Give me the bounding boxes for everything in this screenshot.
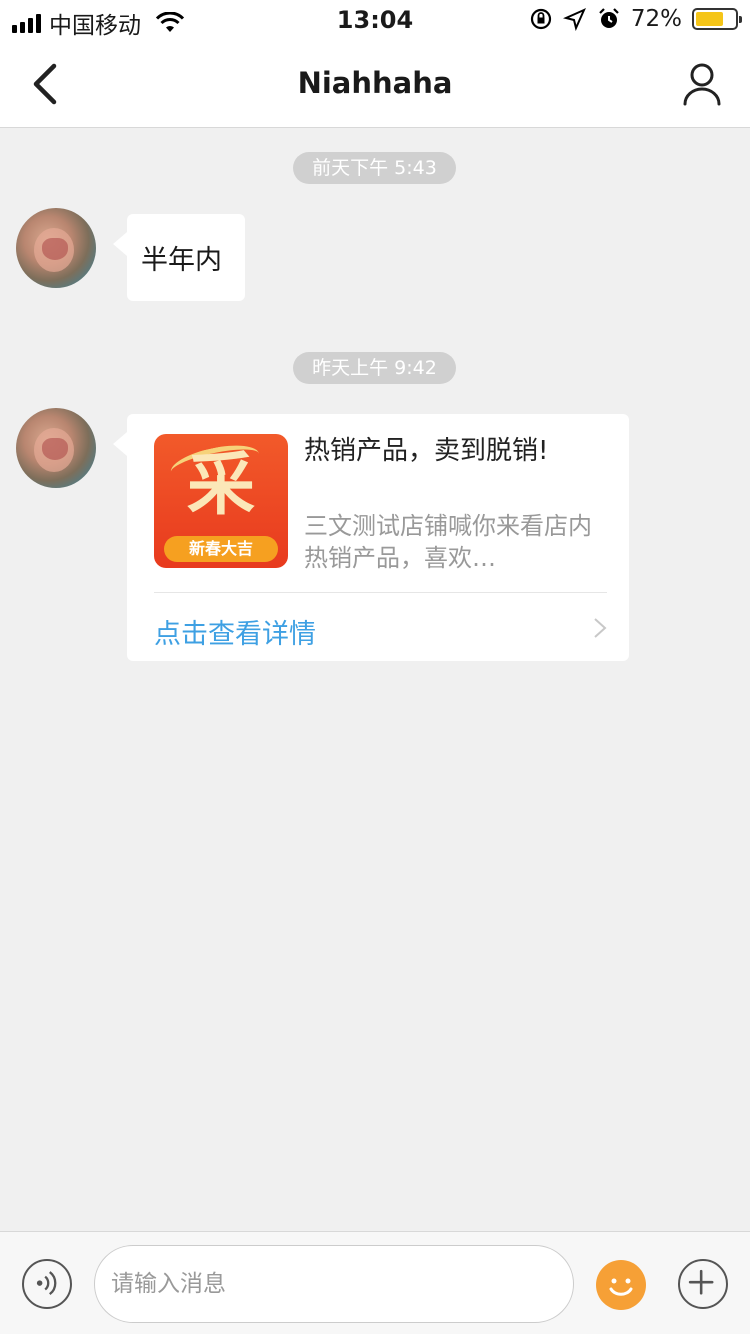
message-text: 半年内 xyxy=(141,245,222,276)
emoji-button[interactable] xyxy=(596,1260,646,1310)
product-card-bubble[interactable]: 采 新春大吉 热销产品，卖到脱销! 三文测试店铺喊你来看店内热销产品，喜欢… 点… xyxy=(113,414,629,661)
plus-button[interactable] xyxy=(678,1259,728,1309)
card-divider xyxy=(154,592,607,593)
card-thumbnail-text: 采 xyxy=(186,446,255,525)
card-description: 三文测试店铺喊你来看店内热销产品，喜欢… xyxy=(304,512,592,572)
card-title: 热销产品，卖到脱销! xyxy=(304,436,549,466)
timestamp-pill: 昨天上午 9:42 xyxy=(293,352,456,384)
smiley-icon xyxy=(609,1278,633,1296)
orientation-lock-icon xyxy=(530,8,551,30)
avatar[interactable] xyxy=(16,408,96,488)
status-bar: 中国移动 13:04 72% xyxy=(0,0,750,40)
page-title: Niahhaha xyxy=(297,66,453,100)
voice-button[interactable] xyxy=(22,1259,72,1309)
alarm-icon xyxy=(599,8,619,28)
status-right: 72% xyxy=(529,6,742,32)
message-bubble[interactable]: 半年内 xyxy=(113,214,245,301)
chevron-right-icon[interactable] xyxy=(593,617,607,639)
chat-area[interactable]: 前天下午 5:43 半年内 昨天上午 9:42 采 新春大吉 热销产品，卖到脱销… xyxy=(0,129,750,1231)
battery-icon xyxy=(692,8,742,30)
card-thumbnail-ribbon: 新春大吉 xyxy=(164,536,278,562)
timestamp-pill: 前天下午 5:43 xyxy=(293,152,456,184)
message-input[interactable] xyxy=(94,1245,574,1323)
input-bar xyxy=(0,1231,750,1334)
avatar[interactable] xyxy=(16,208,96,288)
location-icon xyxy=(562,8,586,31)
view-details-link[interactable]: 点击查看详情 xyxy=(154,612,316,651)
plus-icon xyxy=(688,1269,714,1295)
nav-bar: Niahhaha xyxy=(0,40,750,128)
voice-icon xyxy=(36,1271,57,1296)
card-thumbnail: 采 新春大吉 xyxy=(154,434,288,568)
person-icon[interactable] xyxy=(682,62,722,106)
battery-percent: 72% xyxy=(630,6,682,32)
